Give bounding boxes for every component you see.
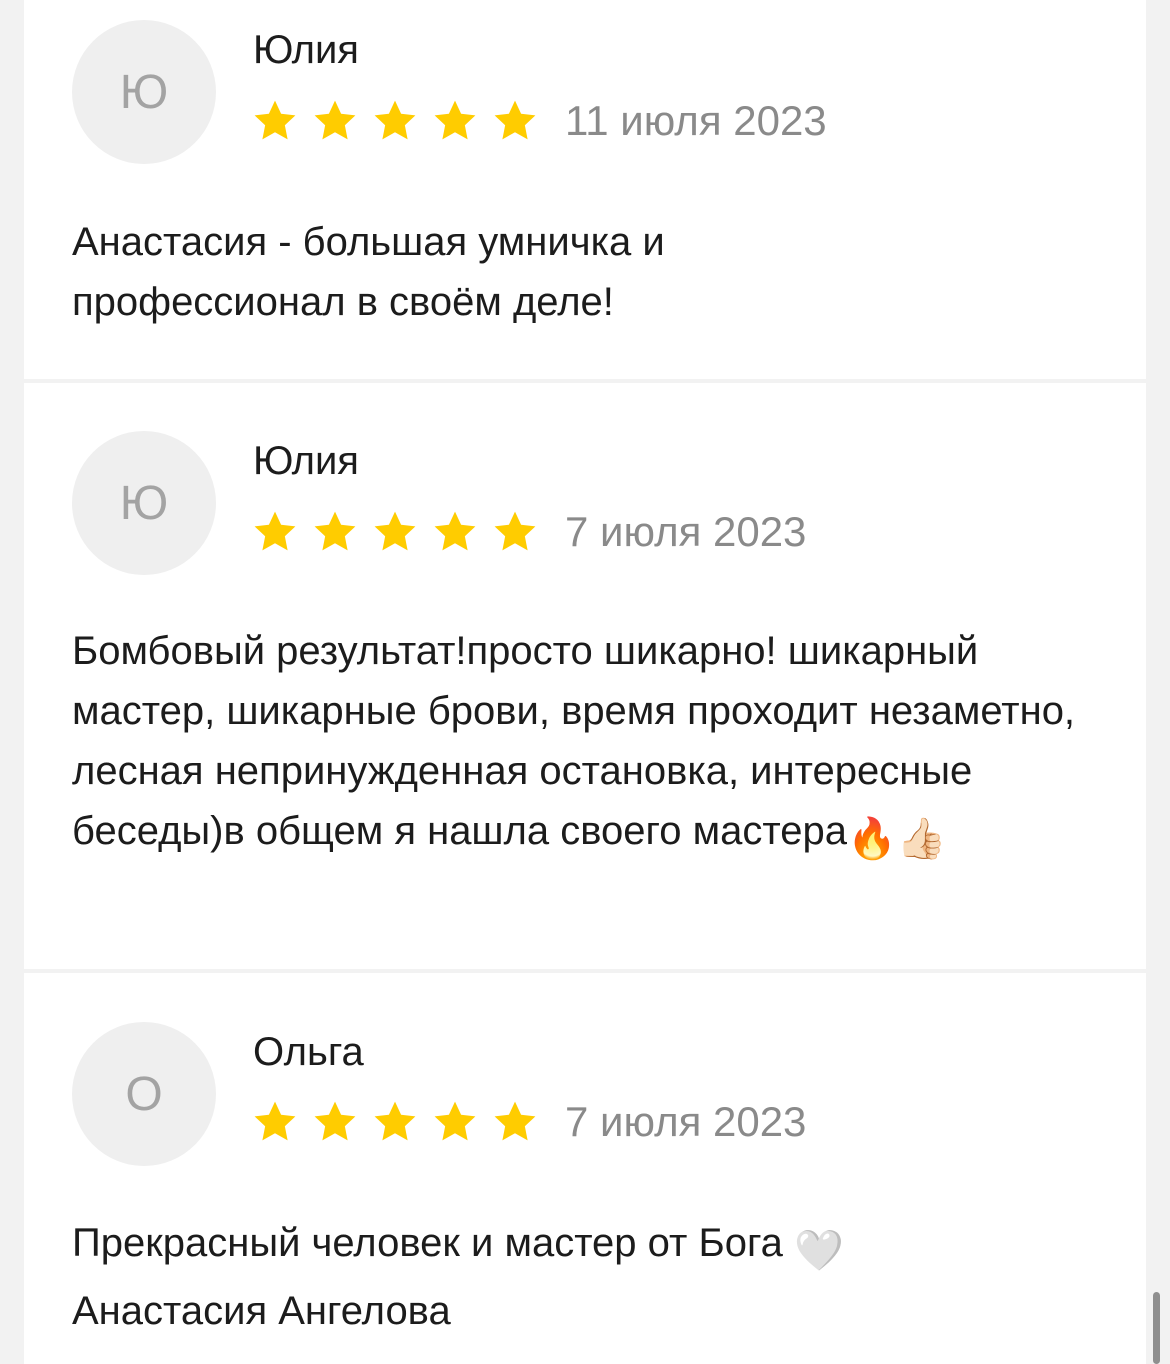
avatar[interactable]: Ю	[72, 20, 216, 164]
thumbs-up-emoji-icon: 👍🏻	[896, 817, 947, 861]
review-text-line: Анастасия Ангелова	[72, 1289, 451, 1333]
star-icon	[374, 1101, 416, 1141]
review-author[interactable]: Юлия	[253, 437, 359, 485]
scrollbar-thumb[interactable]	[1153, 1292, 1160, 1364]
review-card: Ю Юлия 7 июля 2023 Бомбовый результат!пр…	[24, 383, 1146, 969]
fire-emoji-icon: 🔥	[846, 817, 897, 861]
star-rating	[251, 1098, 539, 1146]
star-icon	[494, 100, 536, 140]
star-icon	[434, 1101, 476, 1141]
review-author[interactable]: Ольга	[253, 1028, 364, 1076]
review-text: Анастасия - большая умничка и профессион…	[72, 220, 665, 324]
star-rating	[251, 97, 539, 145]
star-icon	[254, 1101, 296, 1141]
review-text-line: Прекрасный человек и мастер от Бога	[72, 1221, 783, 1265]
avatar[interactable]: О	[72, 1022, 216, 1166]
review-card: Ю Юлия 11 июля 2023 Анастасия - большая …	[24, 0, 1146, 379]
star-icon	[434, 100, 476, 140]
review-card: О Ольга 7 июля 2023 Прекрасный человек и…	[24, 973, 1146, 1364]
avatar[interactable]: Ю	[72, 431, 216, 575]
star-icon	[494, 1101, 536, 1141]
star-icon	[494, 511, 536, 551]
star-icon	[314, 1101, 356, 1141]
review-date: 7 июля 2023	[565, 1098, 807, 1145]
review-date: 11 июля 2023	[565, 97, 827, 144]
review-rating: 7 июля 2023	[251, 507, 806, 557]
star-icon	[374, 511, 416, 551]
review-rating: 7 июля 2023	[251, 1097, 806, 1147]
reviews-feed: Ю Юлия 11 июля 2023 Анастасия - большая …	[24, 0, 1146, 1364]
review-author[interactable]: Юлия	[253, 26, 359, 74]
review-text: Бомбовый результат!просто шикарно! шикар…	[72, 621, 1132, 869]
star-icon	[314, 511, 356, 551]
star-icon	[314, 100, 356, 140]
review-text: Прекрасный человек и мастер от Бога 🤍 Ана…	[72, 1213, 1132, 1341]
star-icon	[374, 100, 416, 140]
star-icon	[434, 511, 476, 551]
star-icon	[254, 100, 296, 140]
review-date: 7 июля 2023	[565, 508, 807, 555]
star-icon	[254, 511, 296, 551]
review-rating: 11 июля 2023	[251, 96, 827, 146]
white-heart-emoji-icon: 🤍	[794, 1229, 844, 1273]
star-rating	[251, 508, 539, 556]
